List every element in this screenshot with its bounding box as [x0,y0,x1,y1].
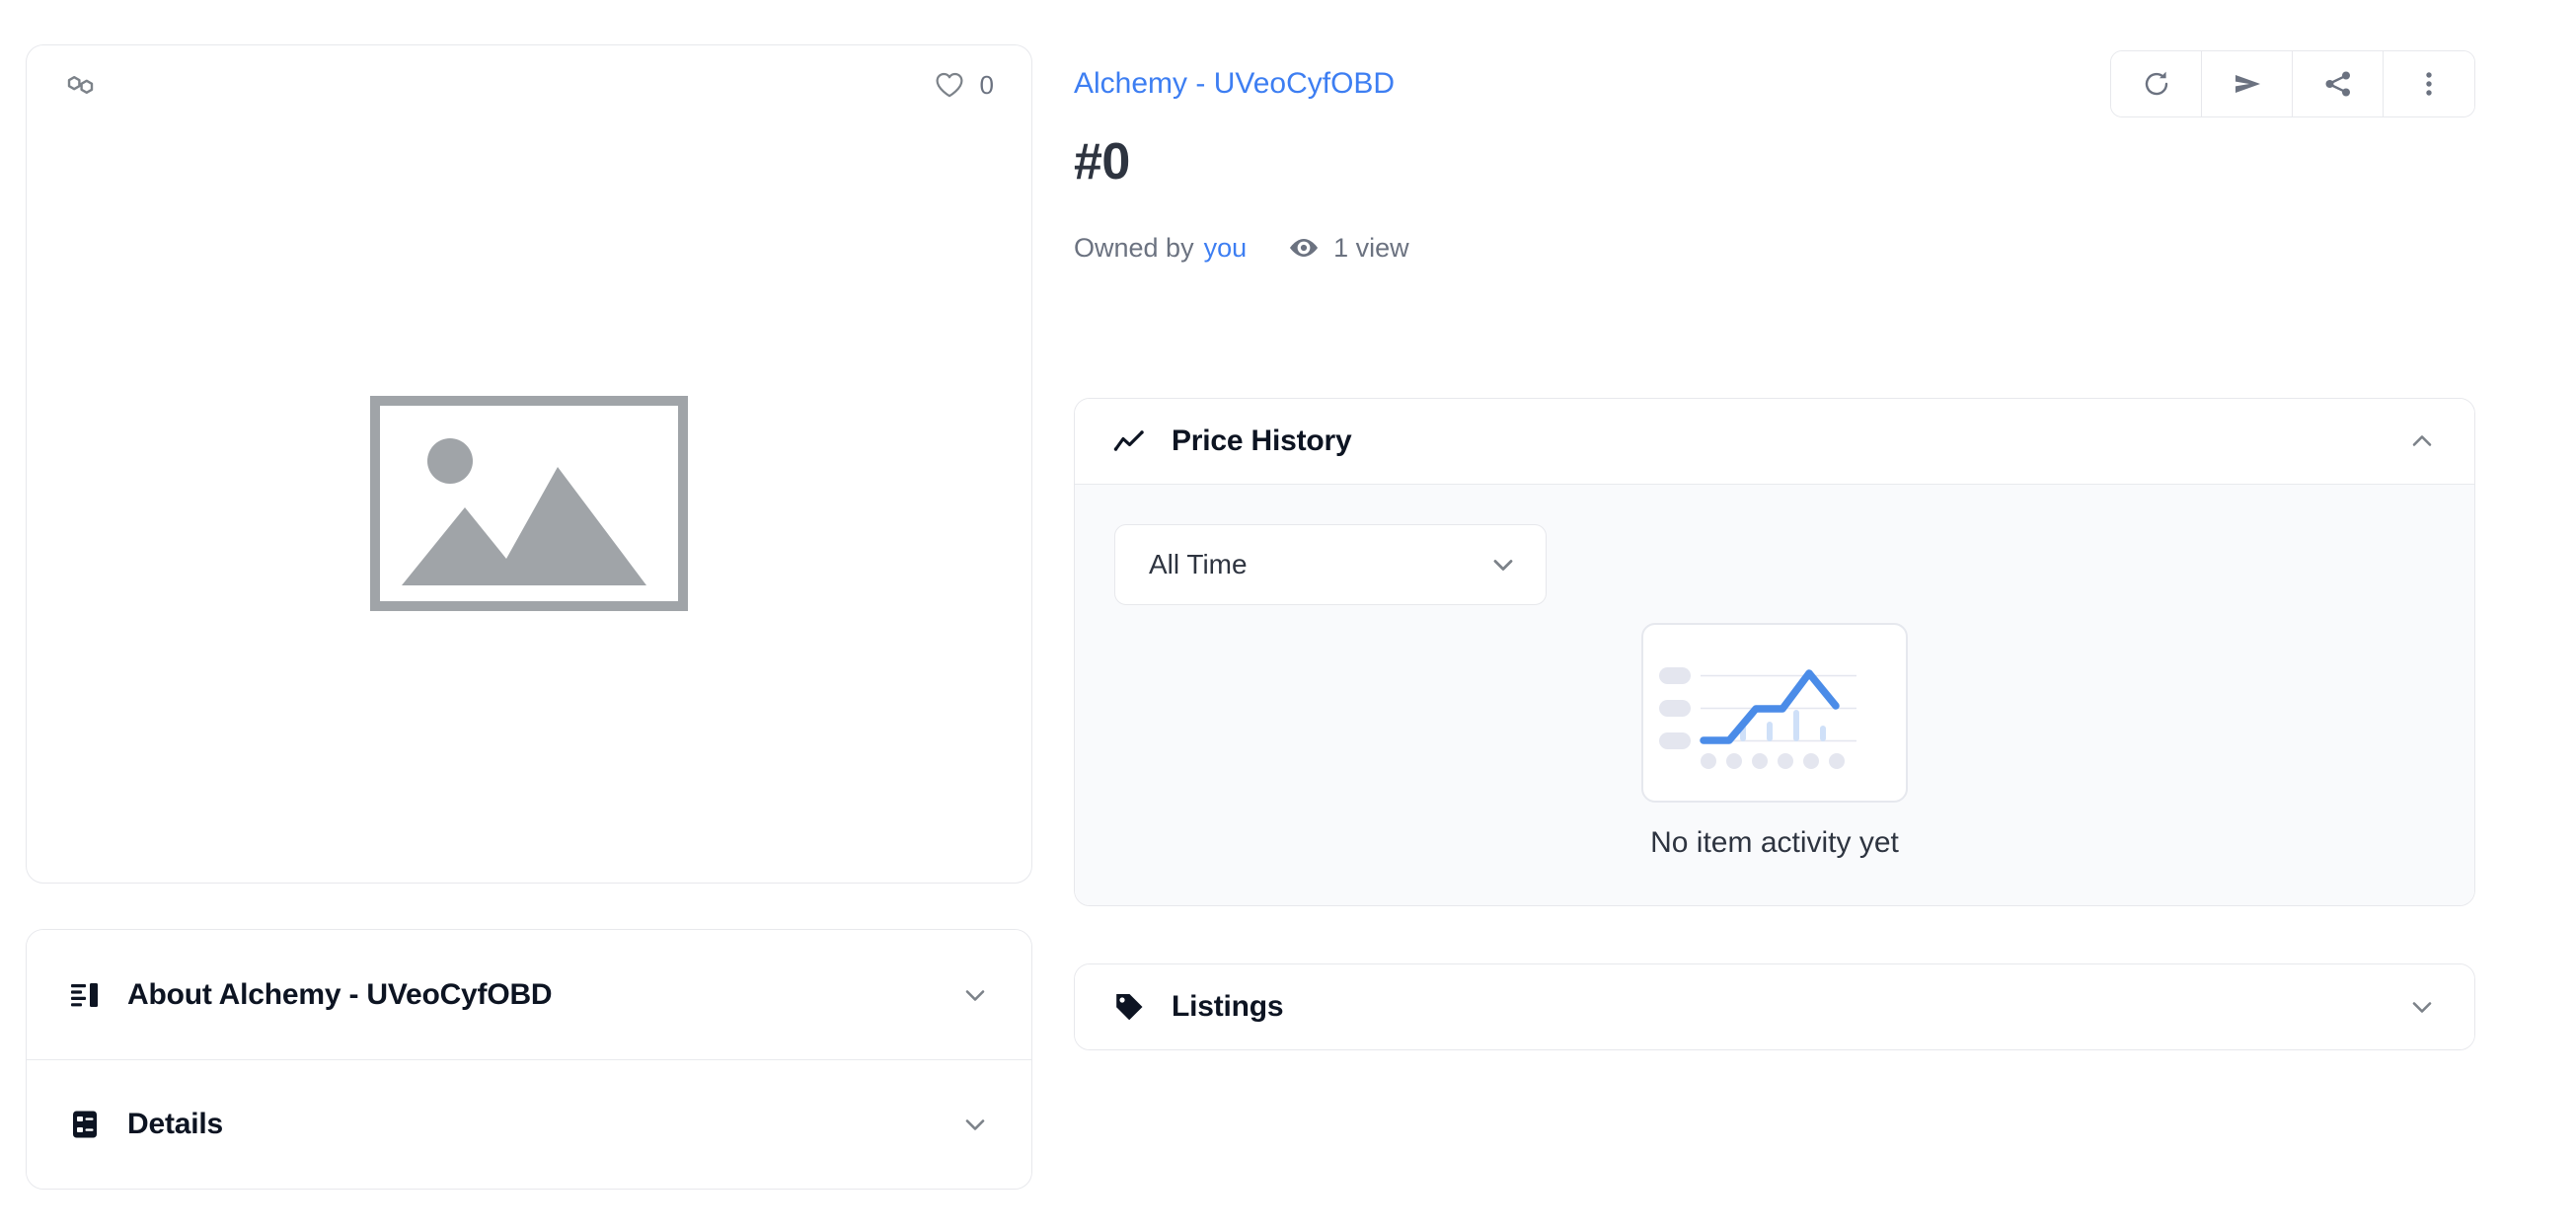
media-card-topbar: 0 [27,45,1031,124]
paper-plane-icon [2232,68,2263,100]
left-accordion-card: About Alchemy - UVeoCyfOBD Details [26,929,1032,1190]
item-meta-row: Owned by you 1 view [1074,232,2475,264]
item-media-card: 0 [26,44,1032,884]
transfer-button[interactable] [2202,51,2293,116]
accordion-item-label: About Alchemy - UVeoCyfOBD [127,977,553,1011]
refresh-icon [2141,68,2172,100]
item-header: Alchemy - UVeoCyfOBD #0 Owned by you 1 v… [1074,44,2475,341]
broken-image-placeholder-icon [370,396,688,611]
owner-link[interactable]: you [1204,234,1248,262]
list-details-icon [68,1108,102,1141]
view-count-text: 1 view [1333,232,1409,263]
more-options-button[interactable] [2384,51,2474,116]
item-image-area [27,124,1031,883]
price-history-empty-state: No item activity yet [1114,623,2435,858]
polygon-chain-icon [64,68,98,102]
left-column: 0 About Alchemy - UVeoCyfOBD Details [26,44,1032,1190]
chevron-up-icon[interactable] [2407,426,2437,456]
share-icon [2322,68,2354,100]
chevron-down-icon[interactable] [960,1110,990,1139]
chevron-down-icon[interactable] [2407,992,2437,1022]
view-count-group: 1 view [1288,232,1409,264]
time-range-select[interactable]: All Time [1114,524,1547,605]
listings-header[interactable]: Listings [1075,964,2474,1049]
share-button[interactable] [2293,51,2384,116]
text-align-icon [68,978,102,1012]
like-count: 0 [979,70,994,100]
heart-icon[interactable] [933,68,966,102]
chart-empty-illustration [1641,623,1908,803]
chevron-down-icon[interactable] [960,980,990,1010]
like-group[interactable]: 0 [933,68,994,102]
price-history-panel: Price History All Time No item activity … [1074,398,2475,906]
empty-state-text: No item activity yet [1650,826,1899,859]
time-range-value: All Time [1149,549,1248,579]
listings-title: Listings [1172,990,1284,1023]
price-history-title: Price History [1172,424,1352,457]
collection-link[interactable]: Alchemy - UVeoCyfOBD [1074,69,1395,99]
accordion-item-label: Details [127,1108,223,1140]
page-title: #0 [1074,133,1130,191]
item-action-toolbar [2110,50,2475,117]
price-tag-icon [1112,990,1146,1024]
listings-panel: Listings [1074,963,2475,1050]
owned-by-label: Owned by [1074,232,1194,263]
line-chart-icon [1112,424,1146,458]
chevron-down-icon[interactable] [1488,550,1518,579]
eye-icon [1288,232,1320,264]
right-column: Alchemy - UVeoCyfOBD #0 Owned by you 1 v… [1074,44,2475,1050]
more-vertical-icon [2413,68,2445,100]
accordion-item-details[interactable]: Details [27,1059,1031,1189]
item-detail-page: 0 About Alchemy - UVeoCyfOBD Details Alc… [0,0,2576,1232]
accordion-item-about[interactable]: About Alchemy - UVeoCyfOBD [27,930,1031,1059]
refresh-metadata-button[interactable] [2111,51,2202,116]
price-history-header[interactable]: Price History [1075,399,2474,484]
price-history-body: All Time No item activity yet [1075,484,2474,905]
